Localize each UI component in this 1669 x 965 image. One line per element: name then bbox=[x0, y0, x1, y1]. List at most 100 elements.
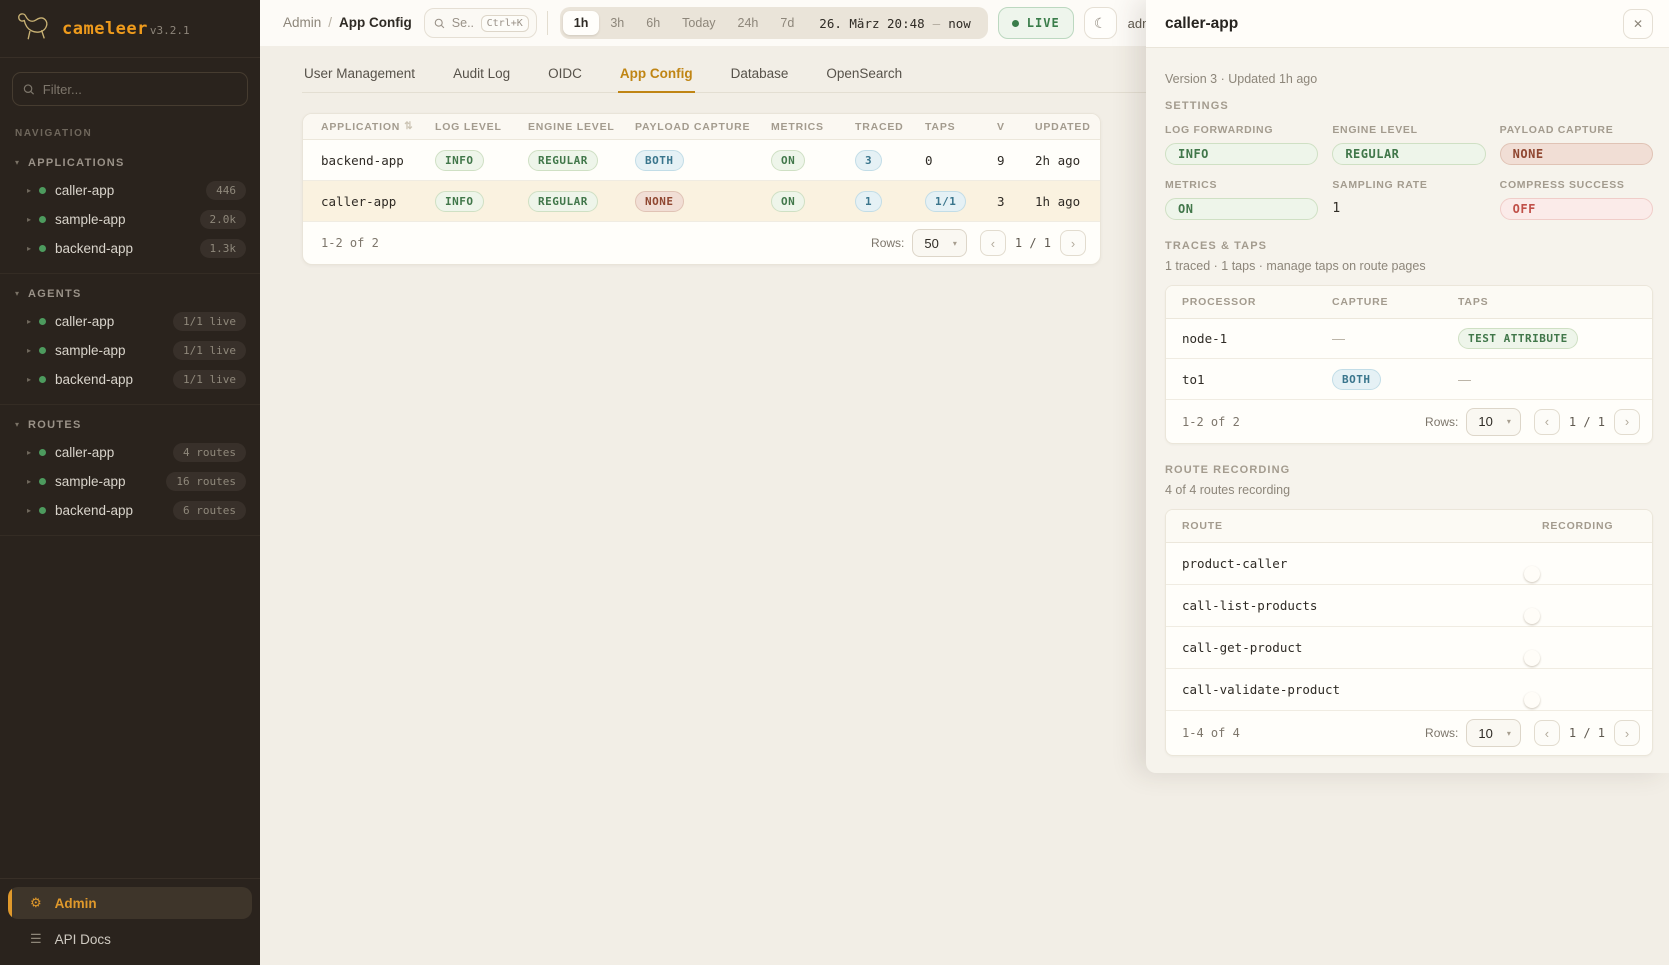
traces-footer: 1-2 of 2 Rows: 10 ▾ ‹ 1 / 1 › bbox=[1166, 399, 1652, 443]
item-label: sample-app bbox=[55, 474, 166, 489]
group-header-agents[interactable]: ▾ AGENTS bbox=[0, 280, 260, 307]
rows-per-page-value: 10 bbox=[1478, 726, 1492, 741]
breadcrumb-parent[interactable]: Admin bbox=[283, 15, 321, 30]
route-recording-table: ROUTE RECORDING product-caller call-list… bbox=[1165, 509, 1653, 756]
traces-row-to1[interactable]: to1 BOTH — bbox=[1166, 359, 1652, 399]
row-range-label: 1-2 of 2 bbox=[1182, 415, 1425, 429]
table-header-row: APPLICATION⇅ LOG LEVEL ENGINE LEVEL PAYL… bbox=[303, 114, 1100, 140]
route-row-call-validate-product: call-validate-product bbox=[1166, 669, 1652, 711]
tab-app-config[interactable]: App Config bbox=[618, 60, 695, 93]
live-button[interactable]: LIVE bbox=[998, 7, 1074, 39]
time-range-3h[interactable]: 3h bbox=[599, 11, 635, 35]
live-dot bbox=[1012, 20, 1019, 27]
traces-row-node-1[interactable]: node-1 — TEST ATTRIBUTE bbox=[1166, 319, 1652, 359]
nav-group-agents: ▾ AGENTS ▸ caller-app 1/1 live ▸ sample-… bbox=[0, 274, 260, 405]
time-range-7d[interactable]: 7d bbox=[769, 11, 805, 35]
admin-label: Admin bbox=[55, 896, 97, 911]
taps-badge: 1/1 bbox=[925, 191, 966, 212]
chevron-right-icon: › bbox=[1625, 414, 1629, 429]
status-dot bbox=[39, 187, 46, 194]
sidebar-item-routes-caller-app[interactable]: ▸ caller-app 4 routes bbox=[0, 438, 260, 467]
sidebar-item-agents-caller-app[interactable]: ▸ caller-app 1/1 live bbox=[0, 307, 260, 336]
filter-input[interactable] bbox=[43, 82, 237, 97]
next-page-button[interactable]: › bbox=[1614, 409, 1640, 435]
application-cell: backend-app bbox=[321, 153, 435, 168]
traces-table: PROCESSOR CAPTURE TAPS node-1 — TEST ATT… bbox=[1165, 285, 1653, 444]
time-range-1h[interactable]: 1h bbox=[563, 11, 600, 35]
chevron-right-icon: ▸ bbox=[27, 448, 39, 457]
tab-oidc[interactable]: OIDC bbox=[546, 60, 584, 92]
global-search[interactable]: Se... Ctrl+K bbox=[424, 8, 537, 38]
count-badge: 446 bbox=[206, 181, 246, 200]
table-row-backend-app[interactable]: backend-app INFO REGULAR BOTH ON 3 0 9 2… bbox=[303, 140, 1100, 181]
chevron-right-icon: ▸ bbox=[27, 506, 39, 515]
search-placeholder: Se... bbox=[452, 16, 474, 30]
date-from: 26. März 20:48 bbox=[819, 16, 924, 31]
search-shortcut-badge: Ctrl+K bbox=[481, 15, 529, 32]
breadcrumb: Admin/App Config bbox=[283, 14, 412, 32]
prev-page-button[interactable]: ‹ bbox=[1534, 720, 1560, 746]
sidebar-item-agents-backend-app[interactable]: ▸ backend-app 1/1 live bbox=[0, 365, 260, 394]
field-label: LOG FORWARDING bbox=[1165, 124, 1318, 136]
theme-toggle-button[interactable]: ☾ bbox=[1084, 7, 1117, 39]
route-recording-section-label: ROUTE RECORDING bbox=[1165, 464, 1653, 476]
sidebar-item-agents-sample-app[interactable]: ▸ sample-app 1/1 live bbox=[0, 336, 260, 365]
rows-per-page-select[interactable]: 10 ▾ bbox=[1466, 719, 1520, 747]
field-sampling-rate: SAMPLING RATE 1 bbox=[1332, 179, 1485, 220]
toggle-knob bbox=[1524, 692, 1540, 708]
page-indicator: 1 / 1 bbox=[1569, 726, 1605, 740]
payload-capture-badge: NONE bbox=[1500, 143, 1653, 165]
date-range-display[interactable]: 26. März 20:48 — now bbox=[805, 16, 984, 31]
column-header-traced: TRACED bbox=[855, 121, 925, 133]
status-dot bbox=[39, 245, 46, 252]
sidebar-item-routes-sample-app[interactable]: ▸ sample-app 16 routes bbox=[0, 467, 260, 496]
column-header-log-level: LOG LEVEL bbox=[435, 121, 528, 133]
group-label: ROUTES bbox=[28, 419, 82, 431]
drawer-title: caller-app bbox=[1165, 15, 1623, 33]
column-header-processor: PROCESSOR bbox=[1182, 296, 1332, 308]
group-label: AGENTS bbox=[28, 288, 82, 300]
sidebar-item-applications-backend-app[interactable]: ▸ backend-app 1.3k bbox=[0, 234, 260, 263]
rows-per-page-label: Rows: bbox=[1425, 726, 1458, 740]
drawer-header: caller-app ✕ bbox=[1146, 0, 1669, 48]
taps-cell: 0 bbox=[925, 153, 997, 168]
time-range-6h[interactable]: 6h bbox=[635, 11, 671, 35]
field-label: ENGINE LEVEL bbox=[1332, 124, 1485, 136]
tab-database[interactable]: Database bbox=[729, 60, 791, 92]
nav-group-applications: ▾ APPLICATIONS ▸ caller-app 446 ▸ sample… bbox=[0, 143, 260, 274]
time-range-24h[interactable]: 24h bbox=[727, 11, 770, 35]
engine-level-badge: REGULAR bbox=[528, 150, 598, 171]
prev-page-button[interactable]: ‹ bbox=[980, 230, 1006, 256]
rows-per-page-select[interactable]: 10 ▾ bbox=[1466, 408, 1520, 436]
sidebar-item-routes-backend-app[interactable]: ▸ backend-app 6 routes bbox=[0, 496, 260, 525]
sidebar-item-api-docs[interactable]: ☰ API Docs bbox=[8, 923, 252, 955]
column-header-route: ROUTE bbox=[1182, 520, 1542, 532]
tab-user-management[interactable]: User Management bbox=[302, 60, 417, 92]
column-header-taps: TAPS bbox=[925, 121, 997, 133]
close-icon: ✕ bbox=[1633, 17, 1643, 31]
tab-audit-log[interactable]: Audit Log bbox=[451, 60, 512, 92]
next-page-button[interactable]: › bbox=[1614, 720, 1640, 746]
item-label: caller-app bbox=[55, 314, 173, 329]
column-header-capture: CAPTURE bbox=[1332, 296, 1458, 308]
tab-opensearch[interactable]: OpenSearch bbox=[824, 60, 904, 92]
column-header-application[interactable]: APPLICATION⇅ bbox=[321, 121, 435, 133]
close-button[interactable]: ✕ bbox=[1623, 9, 1653, 39]
group-header-routes[interactable]: ▾ ROUTES bbox=[0, 411, 260, 438]
processor-cell: node-1 bbox=[1182, 331, 1332, 346]
column-header-recording: RECORDING bbox=[1542, 520, 1652, 532]
prev-page-button[interactable]: ‹ bbox=[1534, 409, 1560, 435]
sidebar-item-admin[interactable]: ⚙ Admin bbox=[8, 887, 252, 919]
time-range-today[interactable]: Today bbox=[671, 11, 726, 35]
topbar-divider bbox=[547, 11, 548, 35]
sidebar-item-applications-sample-app[interactable]: ▸ sample-app 2.0k bbox=[0, 205, 260, 234]
rows-per-page-select[interactable]: 50 ▾ bbox=[912, 229, 966, 257]
rows-per-page-label: Rows: bbox=[871, 236, 904, 250]
sidebar-item-applications-caller-app[interactable]: ▸ caller-app 446 bbox=[0, 176, 260, 205]
table-row-caller-app[interactable]: caller-app INFO REGULAR NONE ON 1 1/1 3 … bbox=[303, 181, 1100, 222]
group-header-applications[interactable]: ▾ APPLICATIONS bbox=[0, 149, 260, 176]
item-label: backend-app bbox=[55, 241, 200, 256]
next-page-button[interactable]: › bbox=[1060, 230, 1086, 256]
sidebar-filter[interactable] bbox=[12, 72, 248, 106]
field-compress-success: COMPRESS SUCCESS OFF bbox=[1500, 179, 1653, 220]
